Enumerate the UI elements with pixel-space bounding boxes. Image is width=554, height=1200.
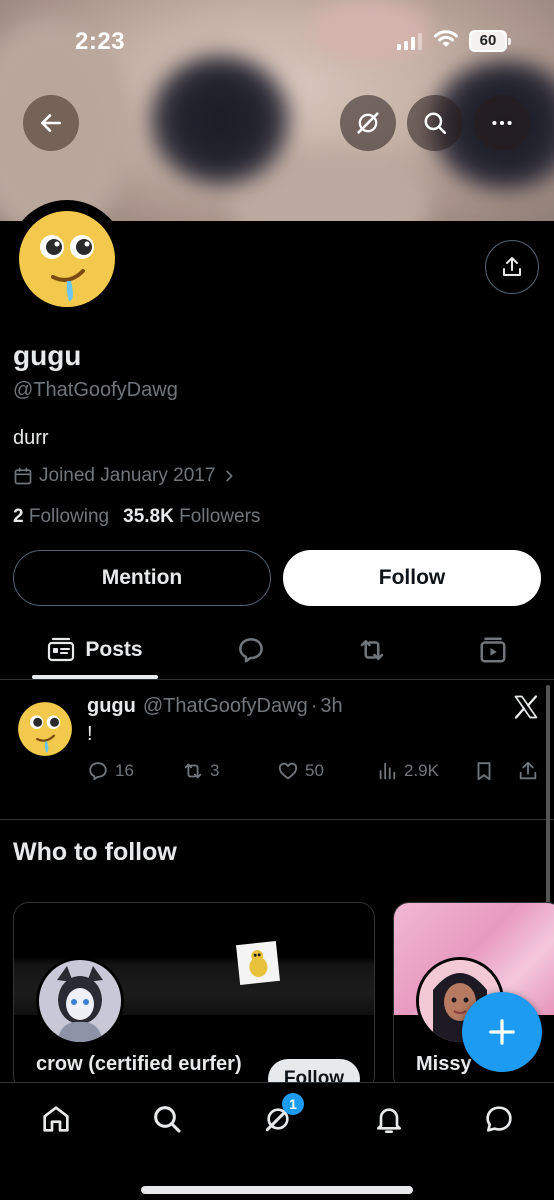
scrollbar[interactable]	[546, 685, 550, 905]
views-icon	[379, 762, 396, 780]
profile-handle: @ThatGoofyDawg	[13, 379, 178, 401]
calendar-icon	[14, 467, 32, 485]
followers-label: Followers	[179, 506, 261, 527]
suggestion-card[interactable]: Missy	[393, 902, 554, 1092]
tab-reposts[interactable]	[347, 620, 397, 679]
bookmark-icon	[477, 762, 491, 781]
posts-icon	[48, 637, 75, 661]
notification-badge: 1	[282, 1093, 304, 1115]
wifi-icon	[434, 30, 458, 47]
more-options-button[interactable]	[474, 95, 530, 151]
reply-button[interactable]: 16	[87, 760, 134, 782]
tweet-author-handle[interactable]: @ThatGoofyDawg	[143, 695, 308, 718]
follow-button[interactable]: Follow	[283, 550, 541, 606]
grok-icon	[357, 112, 379, 134]
followers-stat[interactable]: 35.8K Followers	[123, 506, 260, 528]
search-button[interactable]	[407, 95, 463, 151]
reply-bubble-icon	[239, 637, 263, 662]
compose-post-button[interactable]	[462, 992, 542, 1072]
card-banner-photo	[236, 941, 280, 985]
tweet-share-button[interactable]	[517, 760, 539, 782]
following-stat[interactable]: 2 Following	[13, 506, 109, 528]
tab-replies[interactable]	[226, 620, 276, 679]
search-icon	[424, 112, 446, 134]
drooling-emoji-avatar	[18, 702, 72, 756]
nav-grok[interactable]: 1	[250, 1093, 306, 1141]
tab-videos[interactable]	[468, 620, 518, 679]
profile-tabs: Posts	[0, 620, 554, 680]
bottom-navigation: 1	[0, 1082, 554, 1200]
profile-avatar[interactable]	[8, 200, 126, 318]
message-icon	[486, 1106, 512, 1132]
suggestion-card[interactable]: crow (certified eurfer) Follow	[13, 902, 375, 1092]
card-avatar[interactable]	[36, 957, 124, 1045]
tweet[interactable]: gugu @ThatGoofyDawg · 3h ! 16 3 50 2.9K	[0, 681, 554, 820]
repost-icon	[184, 763, 202, 779]
nav-notifications[interactable]	[361, 1097, 417, 1141]
like-button[interactable]: 50	[277, 760, 324, 782]
signal-icon	[397, 33, 422, 50]
battery-icon: 60	[469, 30, 511, 52]
plus-icon	[489, 1019, 515, 1045]
mention-button[interactable]: Mention	[13, 550, 271, 606]
tab-posts[interactable]: Posts	[32, 620, 158, 679]
crow-avatar-image	[39, 960, 121, 1042]
views-count: 2.9K	[404, 761, 439, 780]
video-icon	[480, 637, 506, 662]
chevron-right-icon	[226, 470, 233, 482]
who-to-follow-title: Who to follow	[13, 838, 177, 866]
nav-messages[interactable]	[471, 1097, 527, 1141]
reply-icon	[89, 762, 107, 781]
views-button[interactable]: 2.9K	[376, 760, 439, 782]
drooling-emoji-avatar	[19, 211, 115, 307]
repost-count: 3	[210, 761, 220, 780]
back-button[interactable]	[23, 95, 79, 151]
share-profile-button[interactable]	[485, 240, 539, 294]
bookmark-button[interactable]	[473, 760, 495, 782]
following-label: Following	[28, 506, 110, 527]
reply-count: 16	[115, 761, 134, 780]
status-bar: 2:23 60	[0, 0, 554, 80]
more-icon	[492, 120, 512, 126]
share-icon	[503, 257, 521, 276]
card-name[interactable]: Missy	[416, 1053, 472, 1076]
repost-icon	[360, 639, 384, 660]
tweet-avatar[interactable]	[17, 701, 73, 757]
home-icon	[43, 1106, 69, 1132]
heart-icon	[278, 762, 298, 780]
tweet-text: !	[87, 723, 93, 745]
tweet-header: gugu @ThatGoofyDawg · 3h	[87, 695, 343, 718]
grok-button[interactable]	[340, 95, 396, 151]
tweet-separator: ·	[310, 695, 318, 717]
card-name[interactable]: crow (certified eurfer)	[36, 1053, 242, 1076]
tweet-author-name[interactable]: gugu	[87, 695, 136, 718]
following-count: 2	[13, 506, 24, 527]
x-logo-icon	[514, 695, 538, 719]
profile-bio: durr	[13, 427, 49, 449]
home-indicator[interactable]	[141, 1186, 413, 1194]
profile-display-name: gugu	[13, 340, 82, 371]
nav-search[interactable]	[139, 1097, 195, 1141]
search-icon	[154, 1106, 181, 1133]
arrow-left-icon	[41, 114, 61, 132]
repost-button[interactable]: 3	[182, 760, 219, 782]
joined-date[interactable]: Joined January 2017	[13, 465, 237, 487]
share-icon	[519, 761, 537, 780]
like-count: 50	[305, 761, 324, 780]
joined-label: Joined January 2017	[39, 465, 216, 486]
status-time: 2:23	[75, 28, 126, 55]
tab-posts-label: Posts	[85, 637, 143, 661]
followers-count: 35.8K	[123, 506, 174, 527]
nav-home[interactable]	[28, 1097, 84, 1141]
tweet-actions: 16 3 50 2.9K	[87, 760, 547, 782]
bell-icon	[377, 1108, 401, 1133]
tweet-time: 3h	[320, 695, 343, 717]
follow-stats: 2 Following 35.8K Followers	[13, 506, 260, 528]
